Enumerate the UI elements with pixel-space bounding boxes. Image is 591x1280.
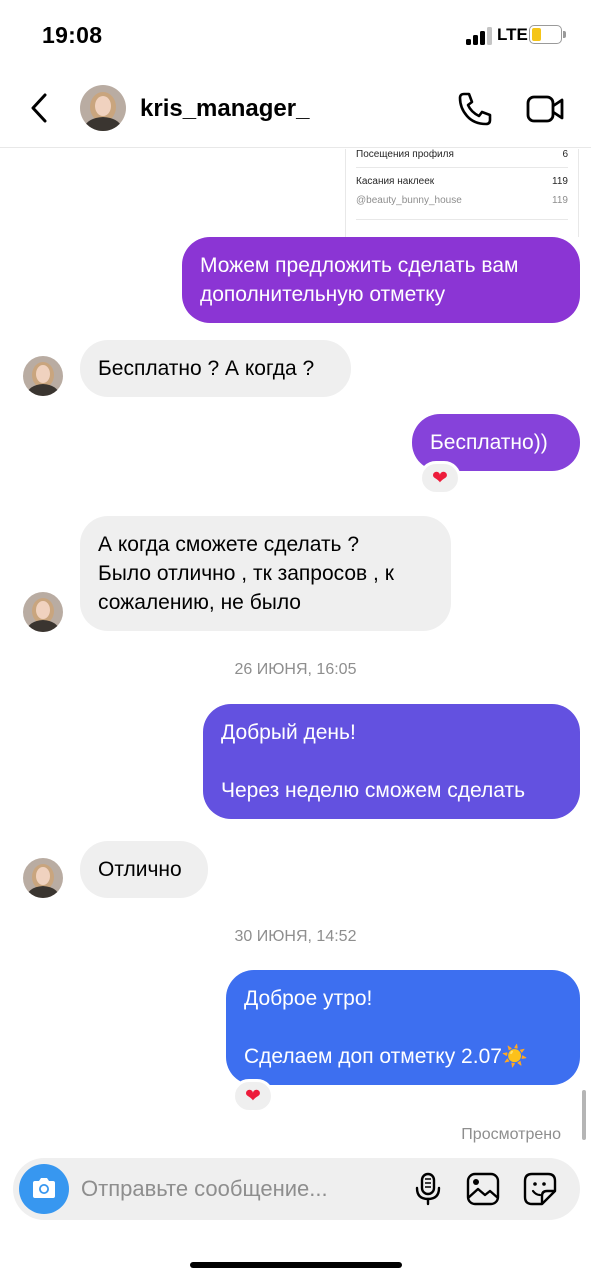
message-text: Бесплатно ? А когда ? — [98, 357, 315, 380]
heart-reaction[interactable]: ❤ — [419, 461, 461, 495]
microphone-icon — [415, 1172, 441, 1206]
signal-strength-icon — [466, 27, 494, 45]
scrollbar[interactable] — [582, 1090, 586, 1140]
camera-icon — [33, 1178, 55, 1198]
outgoing-message[interactable]: Можем предложить сделать вам дополнитель… — [182, 237, 580, 323]
incoming-message[interactable]: Отлично — [80, 841, 208, 898]
date-separator: 30 ИЮНЯ, 14:52 — [234, 928, 357, 945]
message-text: Бесплатно)) — [430, 431, 548, 454]
card-row: Посещения профиля 6 — [356, 149, 568, 160]
battery-cap — [563, 31, 566, 38]
network-type: LTE — [497, 25, 528, 44]
sender-avatar[interactable] — [23, 592, 63, 632]
header-avatar[interactable] — [80, 85, 126, 131]
message-text: Сделаем доп отметку 2.07☀️ — [244, 1045, 529, 1068]
gallery-button[interactable] — [465, 1171, 501, 1207]
phone-icon — [458, 92, 492, 126]
sender-avatar[interactable] — [23, 858, 63, 898]
outgoing-message[interactable]: Добрый день! Через неделю сможем сделать — [203, 704, 580, 819]
message-text: Отлично — [98, 858, 182, 881]
voice-message-button[interactable] — [410, 1171, 446, 1207]
incoming-message[interactable]: А когда сможете сделать ? Было отлично ,… — [80, 516, 451, 631]
card-row: @beauty_bunny_house 119 — [356, 195, 568, 206]
shared-insights-card[interactable]: Посещения профиля 6 Касания наклеек 119 @b… — [345, 149, 579, 237]
message-text: дополнительную отметку — [200, 283, 446, 306]
back-icon — [31, 93, 47, 123]
home-indicator[interactable] — [190, 1262, 402, 1268]
battery-icon — [529, 25, 562, 44]
gallery-icon — [466, 1172, 500, 1206]
message-text: сожалению, не было — [98, 591, 301, 614]
card-row: Касания наклеек 119 — [356, 176, 568, 187]
outgoing-message[interactable]: Доброе утро! Сделаем доп отметку 2.07☀️ — [226, 970, 580, 1085]
sticker-button[interactable] — [522, 1171, 558, 1207]
date-separator: 26 ИЮНЯ, 16:05 — [234, 661, 357, 678]
status-time: 19:08 — [42, 22, 103, 48]
audio-call-button[interactable] — [455, 89, 495, 129]
chat-username[interactable]: kris_manager_ — [140, 95, 309, 123]
sender-avatar[interactable] — [23, 356, 63, 396]
heart-icon: ❤ — [245, 1085, 261, 1107]
message-text: А когда сможете сделать ? — [98, 533, 360, 556]
incoming-message[interactable]: Бесплатно ? А когда ? — [80, 340, 351, 397]
sticker-icon — [523, 1172, 557, 1206]
back-button[interactable] — [22, 90, 58, 126]
status-bar: 19:08 LTE — [0, 0, 591, 70]
heart-reaction[interactable]: ❤ — [232, 1079, 274, 1113]
camera-button[interactable] — [19, 1164, 69, 1214]
message-text: Было отлично , тк запросов , к — [98, 562, 394, 585]
message-text: Доброе утро! — [244, 987, 373, 1010]
message-composer — [13, 1158, 580, 1220]
video-call-button[interactable] — [525, 89, 565, 129]
message-text: Через неделю сможем сделать — [221, 779, 526, 802]
chat-header: kris_manager_ — [0, 70, 591, 148]
heart-icon: ❤ — [432, 467, 448, 489]
message-input[interactable] — [81, 1172, 401, 1206]
message-text: Можем предложить сделать вам — [200, 254, 519, 277]
video-camera-icon — [526, 95, 564, 123]
message-text: Добрый день! — [221, 721, 356, 744]
seen-status: Просмотрено — [461, 1126, 561, 1143]
